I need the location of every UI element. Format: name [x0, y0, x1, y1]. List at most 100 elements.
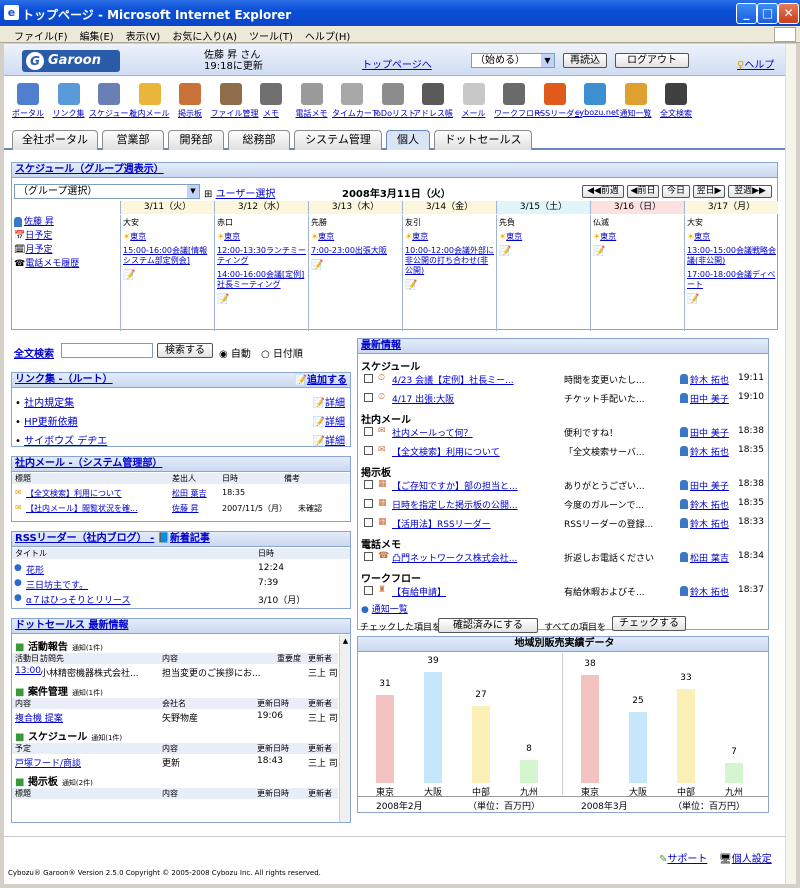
app-10[interactable]: アドレス帳 — [413, 83, 453, 119]
news-checkbox[interactable] — [364, 374, 373, 383]
radio-date[interactable]: ○ 日付順 — [261, 345, 303, 360]
app-0[interactable]: ポータル — [8, 83, 48, 119]
menu-tools[interactable]: ツール(T) — [243, 26, 299, 43]
help-link[interactable]: ♀ヘルプ — [737, 56, 774, 71]
memo-icon[interactable]: 📝 — [123, 270, 212, 281]
start-select[interactable]: （始める） ▼ — [471, 53, 555, 68]
link-item[interactable]: • サイボウズ デヂエ 📝詳細 — [15, 432, 345, 447]
personal-settings-link[interactable]: 🖥個人設定 — [719, 850, 772, 865]
app-1[interactable]: リンク集 — [49, 83, 89, 119]
app-12[interactable]: ワークフロー — [494, 83, 542, 119]
weather[interactable]: ☀東京 — [687, 231, 776, 242]
support-link[interactable]: ✎サポート — [659, 850, 707, 865]
app-6[interactable]: メモ — [251, 83, 291, 119]
prev-day-button[interactable]: ◀前日 — [627, 185, 659, 198]
weather[interactable]: ☀東京 — [593, 231, 682, 242]
notice-list-link[interactable]: ● 通知一覧 — [361, 602, 408, 615]
search-input[interactable] — [61, 343, 153, 358]
tab-dev[interactable]: 開発部 — [168, 130, 224, 150]
app-4[interactable]: 掲示板 — [170, 83, 210, 119]
link-item[interactable]: • 社内規定集 📝詳細 — [15, 394, 345, 409]
app-2[interactable]: スケジュール — [89, 83, 136, 119]
app-11[interactable]: メール — [454, 83, 494, 119]
confirm-button[interactable]: 確認済みにする — [438, 618, 538, 633]
today-button[interactable]: 今日 — [662, 185, 690, 198]
phone-memo-history-link[interactable]: ☎電話メモ履歴 — [14, 257, 120, 271]
weather[interactable]: ☀東京 — [499, 231, 588, 242]
detail-link[interactable]: 📝詳細 — [313, 432, 345, 447]
schedule-event[interactable]: 7:00-23:00出張大阪 — [311, 246, 400, 256]
memo-icon[interactable]: 📝 — [405, 280, 494, 291]
tab-system-admin[interactable]: システム管理 — [294, 130, 382, 150]
reload-button[interactable]: 再読込 — [563, 53, 607, 68]
app-7[interactable]: 電話メモ — [292, 83, 332, 119]
user-select-link[interactable]: ⊞ ユーザー選択 — [204, 185, 275, 200]
group-select[interactable]: （グループ選択） ▼ — [14, 184, 200, 199]
dotsales-title[interactable]: ドットセールス 最新情報 — [15, 620, 128, 631]
tab-dotsales[interactable]: ドットセールス — [434, 130, 532, 150]
tab-general-affairs[interactable]: 総務部 — [228, 130, 290, 150]
month-schedule-link[interactable]: 🗓月予定 — [14, 243, 120, 257]
menu-favorites[interactable]: お気に入り(A) — [166, 26, 243, 43]
search-title[interactable]: 全文検索 — [14, 345, 54, 360]
maximize-button[interactable]: □ — [757, 3, 778, 24]
news-checkbox[interactable] — [364, 586, 373, 595]
tab-personal[interactable]: 個人 — [386, 130, 430, 150]
news-checkbox[interactable] — [364, 552, 373, 561]
radio-auto[interactable]: ◉ 自動 — [219, 345, 251, 360]
weather[interactable]: ☀東京 — [123, 231, 212, 242]
detail-link[interactable]: 📝詳細 — [313, 394, 345, 409]
news-checkbox[interactable] — [364, 518, 373, 527]
menu-view[interactable]: 表示(V) — [120, 26, 167, 43]
memo-icon[interactable]: 📝 — [593, 246, 682, 257]
logout-button[interactable]: ログアウト — [615, 53, 689, 68]
app-5[interactable]: ファイル管理 — [211, 83, 259, 119]
links-title[interactable]: リンク集 -（ルート） — [15, 374, 113, 385]
check-button[interactable]: チェックする — [612, 616, 686, 631]
rss-title[interactable]: RSSリーダー（社内ブログ） - — [15, 533, 154, 544]
memo-icon[interactable]: 📝 — [499, 246, 588, 257]
menu-edit[interactable]: 編集(E) — [74, 26, 120, 43]
schedule-event[interactable]: 17:00-18:00会議ディベート — [687, 270, 776, 290]
news-checkbox[interactable] — [364, 446, 373, 455]
memo-icon[interactable]: 📝 — [217, 294, 306, 305]
schedule-event[interactable]: 15:00-16:00会議[情報システム部定例会] — [123, 246, 212, 266]
minimize-button[interactable]: _ — [736, 3, 757, 24]
search-button[interactable]: 検索する — [157, 343, 213, 358]
mail-title[interactable]: 社内メール -（システム管理部） — [15, 458, 162, 469]
news-title[interactable]: 最新情報 — [361, 340, 401, 351]
weather[interactable]: ☀東京 — [217, 231, 306, 242]
schedule-event[interactable]: 13:00-15:00会議戦略会議(非公開) — [687, 246, 776, 266]
tab-sales[interactable]: 営業部 — [102, 130, 164, 150]
news-checkbox[interactable] — [364, 499, 373, 508]
schedule-event[interactable]: 10:00-12:00会議外部に非公開の打ち合わせ(非公開) — [405, 246, 494, 276]
app-15[interactable]: 通知一覧 — [616, 83, 656, 119]
dotsales-scrollbar[interactable]: ▲ — [339, 635, 350, 822]
link-item[interactable]: • HP更新依頼 📝詳細 — [15, 413, 345, 428]
memo-icon[interactable]: 📝 — [687, 294, 776, 305]
app-16[interactable]: 全文検索 — [656, 83, 696, 119]
app-8[interactable]: タイムカード — [332, 83, 380, 119]
schedule-event[interactable]: 14:00-16:00会議[定例]社長ミーティング — [217, 270, 306, 290]
menu-file[interactable]: ファイル(F) — [8, 26, 74, 43]
weather[interactable]: ☀東京 — [311, 231, 400, 242]
schedule-event[interactable]: 12:00-13:30ランチミーティング — [217, 246, 306, 266]
news-checkbox[interactable] — [364, 480, 373, 489]
news-checkbox[interactable] — [364, 427, 373, 436]
weather[interactable]: ☀東京 — [405, 231, 494, 242]
top-page-link[interactable]: トップページへ — [362, 56, 432, 71]
memo-icon[interactable]: 📝 — [311, 260, 400, 271]
app-13[interactable]: RSSリーダー — [535, 83, 582, 119]
day-schedule-link[interactable]: 📅日予定 — [14, 229, 120, 243]
close-button[interactable]: ✕ — [778, 3, 799, 24]
app-14[interactable]: cybozu.net — [575, 83, 619, 117]
app-3[interactable]: 社内メール — [130, 83, 170, 119]
new-article-link[interactable]: 新着記事 — [170, 533, 210, 544]
menu-help[interactable]: ヘルプ(H) — [299, 26, 356, 43]
app-9[interactable]: ToDoリスト — [373, 83, 416, 119]
news-checkbox[interactable] — [364, 393, 373, 402]
tab-company-portal[interactable]: 全社ポータル — [12, 130, 98, 150]
next-week-button[interactable]: 翌週▶▶ — [728, 185, 772, 198]
add-link[interactable]: 📝追加する — [295, 374, 347, 388]
page-scrollbar[interactable] — [785, 44, 796, 884]
